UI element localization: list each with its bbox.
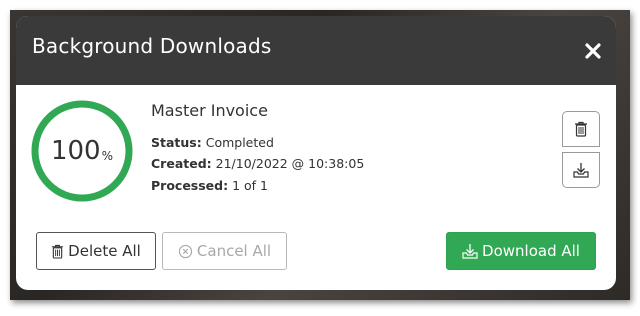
trash-icon — [575, 121, 587, 137]
close-icon[interactable] — [584, 42, 602, 60]
progress-value: 100 — [50, 136, 101, 166]
download-job: 100 % Master Invoice Status: Completed C… — [16, 85, 616, 215]
created-row: Created: 21/10/2022 @ 10:38:05 — [151, 156, 364, 171]
cancel-all-label: Cancel All — [196, 242, 272, 260]
processed-label: Processed: — [151, 178, 229, 193]
download-all-label: Download All — [482, 242, 580, 260]
delete-all-button[interactable]: Delete All — [36, 232, 156, 270]
modal-footer: Delete All Cancel All Download All — [16, 232, 616, 272]
created-label: Created: — [151, 156, 212, 171]
trash-icon — [52, 244, 64, 259]
download-all-button[interactable]: Download All — [446, 232, 596, 270]
cancel-circle-icon — [178, 244, 193, 258]
status-value: Completed — [205, 135, 274, 150]
download-tray-icon — [573, 163, 589, 178]
progress-readout: 100 % — [30, 99, 134, 203]
job-title: Master Invoice — [151, 101, 268, 120]
delete-all-label: Delete All — [68, 242, 141, 260]
modal-header: Background Downloads — [16, 16, 616, 85]
download-tray-icon — [462, 244, 478, 259]
background-downloads-modal: Background Downloads 100 % Master Invoic… — [16, 16, 616, 290]
status-label: Status: — [151, 135, 202, 150]
processed-row: Processed: 1 of 1 — [151, 178, 268, 193]
created-value: 21/10/2022 @ 10:38:05 — [215, 156, 365, 171]
cancel-all-button[interactable]: Cancel All — [162, 232, 287, 270]
status-row: Status: Completed — [151, 135, 274, 150]
delete-job-button[interactable] — [562, 111, 600, 147]
modal-title: Background Downloads — [32, 34, 272, 58]
processed-value: 1 of 1 — [232, 178, 268, 193]
progress-unit: % — [101, 149, 114, 163]
download-job-button[interactable] — [562, 152, 600, 188]
